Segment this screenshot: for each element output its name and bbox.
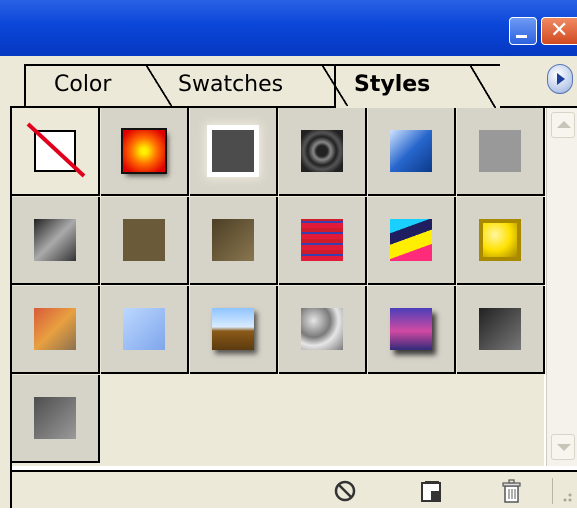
style-swatch-outer-glow-gray[interactable] bbox=[190, 108, 278, 196]
style-preview bbox=[34, 219, 76, 261]
tab-divider bbox=[322, 64, 348, 106]
tab-color[interactable]: Color bbox=[24, 64, 164, 106]
style-swatch-striped-red[interactable] bbox=[279, 197, 367, 285]
palette-tabs: Color Swatches Styles bbox=[0, 56, 577, 108]
style-preview bbox=[212, 308, 254, 350]
style-preview bbox=[26, 122, 86, 178]
tab-swatches[interactable]: Swatches bbox=[150, 64, 350, 106]
styles-grid-area bbox=[12, 108, 545, 466]
style-swatch-dark-gloss[interactable] bbox=[457, 286, 545, 374]
palette-titlebar[interactable]: ✕ bbox=[0, 0, 577, 57]
palette-bottom-bar bbox=[12, 470, 577, 508]
style-preview bbox=[390, 219, 432, 261]
tab-label: Swatches bbox=[178, 72, 284, 97]
delete-style-icon[interactable] bbox=[498, 478, 524, 504]
style-swatch-smoke-gradient[interactable] bbox=[12, 197, 100, 285]
style-preview bbox=[479, 219, 521, 261]
window-bottom-edge bbox=[0, 508, 577, 520]
minimize-button[interactable] bbox=[509, 17, 537, 45]
style-preview bbox=[479, 130, 521, 172]
style-swatch-olive-flat[interactable] bbox=[101, 197, 189, 285]
styles-grid bbox=[12, 108, 545, 466]
style-preview bbox=[301, 130, 343, 172]
panel-left-edge bbox=[0, 106, 12, 508]
style-swatch-red-glow[interactable] bbox=[101, 108, 189, 196]
flyout-menu-arrow-icon[interactable] bbox=[547, 64, 573, 94]
style-preview bbox=[390, 308, 432, 350]
vertical-scrollbar[interactable] bbox=[546, 108, 577, 466]
style-swatch-gray-shadow[interactable] bbox=[12, 375, 100, 463]
scroll-down-button[interactable] bbox=[551, 434, 575, 460]
style-preview bbox=[212, 219, 254, 261]
close-icon: ✕ bbox=[550, 18, 569, 43]
new-style-icon[interactable] bbox=[419, 478, 445, 504]
style-preview bbox=[390, 130, 432, 172]
style-swatch-violet-bevel[interactable] bbox=[368, 286, 456, 374]
style-swatch-sunset-gradient[interactable] bbox=[12, 286, 100, 374]
style-swatch-olive-gradient[interactable] bbox=[190, 197, 278, 285]
tab-label: Styles bbox=[354, 72, 431, 97]
style-swatch-flat-gray[interactable] bbox=[457, 108, 545, 196]
style-swatch-light-blue-soft[interactable] bbox=[101, 286, 189, 374]
style-preview bbox=[479, 308, 521, 350]
style-swatch-sky-landscape[interactable] bbox=[190, 286, 278, 374]
style-preview bbox=[301, 308, 343, 350]
style-preview bbox=[34, 308, 76, 350]
clear-style-icon[interactable] bbox=[332, 478, 358, 504]
style-preview bbox=[212, 130, 254, 172]
style-swatch-crumpled-texture[interactable] bbox=[279, 286, 367, 374]
style-preview bbox=[301, 219, 343, 261]
style-swatch-neon-mix[interactable] bbox=[368, 197, 456, 285]
style-preview bbox=[34, 397, 76, 439]
close-button[interactable]: ✕ bbox=[541, 17, 577, 45]
style-preview bbox=[123, 308, 165, 350]
tab-label: Color bbox=[54, 72, 112, 97]
style-preview bbox=[123, 219, 165, 261]
style-preview bbox=[123, 130, 165, 172]
scroll-up-button[interactable] bbox=[551, 112, 575, 138]
resize-grip-icon[interactable] bbox=[552, 478, 575, 504]
style-swatch-dark-chrome-ring[interactable] bbox=[279, 108, 367, 196]
style-swatch-no-style[interactable] bbox=[12, 108, 100, 196]
style-swatch-blue-bevel[interactable] bbox=[368, 108, 456, 196]
style-swatch-gold-bevel[interactable] bbox=[457, 197, 545, 285]
tab-divider bbox=[470, 64, 496, 108]
tab-divider bbox=[146, 64, 172, 106]
